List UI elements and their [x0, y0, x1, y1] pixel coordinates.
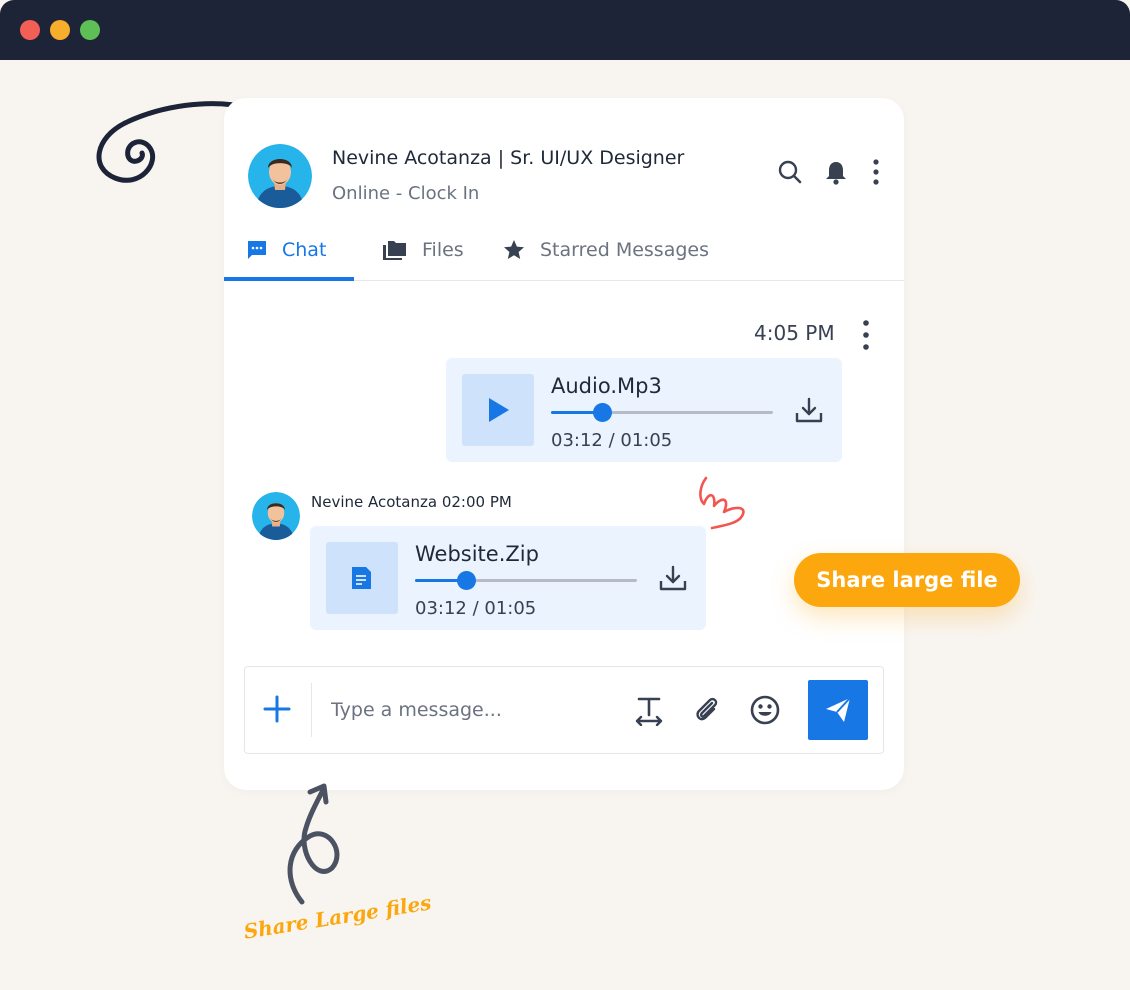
send-icon [826, 697, 851, 722]
progress-knob[interactable] [593, 403, 613, 422]
contact-avatar[interactable] [248, 144, 312, 208]
contact-status: Online - Clock In [332, 183, 480, 204]
star-icon [504, 240, 524, 259]
more-vertical-icon[interactable] [862, 158, 890, 186]
download-progress-slider[interactable] [415, 571, 637, 590]
plus-icon[interactable] [259, 691, 295, 727]
play-button[interactable] [462, 374, 534, 446]
search-icon[interactable] [776, 158, 804, 186]
tab-chat[interactable]: Chat [246, 230, 326, 270]
tab-files-label: Files [422, 239, 464, 261]
chat-panel: Nevine Acotanza | Sr. UI/UX Designer Onl… [224, 98, 904, 790]
playback-time: 03:12 / 01:05 [415, 598, 537, 619]
file-icon [352, 567, 371, 589]
send-button[interactable] [808, 680, 868, 740]
message-timestamp: 4:05 PM [754, 321, 835, 345]
folders-icon [383, 241, 406, 260]
bell-icon[interactable] [822, 158, 850, 186]
file-thumbnail[interactable] [326, 542, 398, 614]
minimize-window-button[interactable] [50, 20, 70, 40]
active-tab-indicator [224, 277, 354, 281]
tab-files[interactable]: Files [382, 230, 464, 270]
file-name: Website.Zip [415, 542, 539, 566]
download-icon[interactable] [794, 396, 824, 426]
chat-icon [248, 241, 266, 259]
text-format-icon[interactable] [633, 694, 665, 726]
play-icon [489, 398, 509, 422]
audio-progress-slider[interactable] [551, 403, 773, 422]
composer-divider [311, 683, 312, 737]
squiggle-doodle-icon [699, 476, 745, 530]
message-composer [244, 666, 884, 754]
paperclip-icon[interactable] [691, 694, 723, 726]
progress-knob[interactable] [457, 571, 477, 590]
sender-avatar[interactable] [252, 492, 300, 540]
download-icon[interactable] [658, 564, 688, 594]
maximize-window-button[interactable] [80, 20, 100, 40]
tab-starred-messages[interactable]: Starred Messages [502, 230, 709, 270]
close-window-button[interactable] [20, 20, 40, 40]
playback-time: 03:12 / 01:05 [551, 430, 673, 451]
window-titlebar [0, 0, 1130, 60]
emoji-icon[interactable] [749, 694, 781, 726]
message-more-icon[interactable] [854, 318, 878, 352]
tab-starred-label: Starred Messages [540, 239, 709, 261]
audio-file-message: Audio.Mp3 03:12 / 01:05 [446, 358, 842, 462]
contact-name: Nevine Acotanza | Sr. UI/UX Designer [332, 147, 685, 169]
message-input[interactable] [331, 691, 621, 729]
sender-label: Nevine Acotanza 02:00 PM [311, 493, 512, 511]
zip-file-message: Website.Zip 03:12 / 01:05 [310, 526, 706, 630]
file-name: Audio.Mp3 [551, 374, 662, 398]
share-large-file-callout: Share large file [794, 553, 1020, 607]
tab-chat-label: Chat [282, 239, 327, 261]
curved-arrow-icon [287, 783, 340, 905]
